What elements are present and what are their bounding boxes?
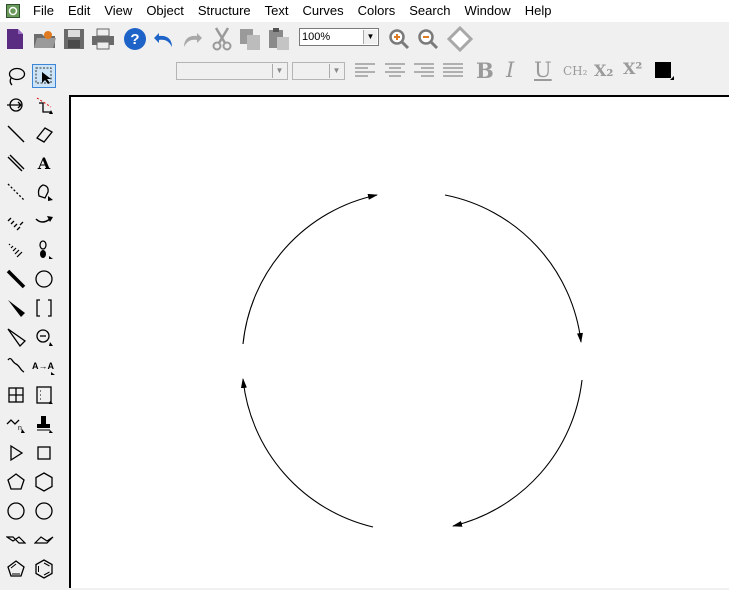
menu-window[interactable]: Window [457,0,517,22]
hashed-wedge-icon[interactable] [4,238,28,262]
underline-button[interactable]: U [534,58,552,82]
mass-fragment-icon[interactable] [4,93,28,117]
svg-text:n: n [18,425,22,432]
format-toolbar: ▼ ▼ B I U CH₂ X₂ X² [0,56,729,86]
curved-arrow-bottom-right[interactable] [452,379,583,527]
svg-text:A→A: A→A [32,361,54,371]
menu-help[interactable]: Help [518,0,559,22]
new-document-icon[interactable] [5,28,25,50]
bracket-icon[interactable] [32,296,56,320]
menu-structure[interactable]: Structure [191,0,258,22]
curved-arrow-top-right[interactable] [444,194,583,343]
copy-icon[interactable] [238,27,262,51]
cyclopentadiene-icon[interactable] [4,557,28,581]
help-icon[interactable]: ? [123,27,147,51]
menu-search[interactable]: Search [402,0,457,22]
color-swatch[interactable] [655,62,671,78]
app-icon [6,4,20,18]
double-bond-icon[interactable] [4,151,28,175]
solid-bond-icon[interactable] [4,122,28,146]
subscript-button[interactable]: X₂ [594,61,613,80]
chevron-down-icon[interactable]: ▼ [272,64,286,78]
atom-map-icon[interactable]: A→A [32,354,56,378]
eraser-icon[interactable] [32,122,56,146]
paste-icon[interactable] [267,27,291,51]
zoom-select[interactable]: 100% ▼ [299,28,379,46]
chevron-down-icon[interactable]: ▼ [363,30,377,44]
wavy-bond-icon[interactable] [4,354,28,378]
octagon-icon[interactable] [32,499,56,523]
lasso-icon[interactable] [4,64,28,88]
menu-colors[interactable]: Colors [351,0,403,22]
menu-view[interactable]: View [97,0,139,22]
hexagon-icon[interactable] [32,470,56,494]
svg-text:A: A [37,154,51,173]
curved-arrow-top-left[interactable] [242,193,378,345]
drawing-canvas[interactable] [69,95,729,588]
main-toolbar: ? 100% ▼ [0,22,729,56]
hollow-wedge-icon[interactable] [4,325,28,349]
color-dropdown-triangle [670,76,674,80]
stamp-icon[interactable] [32,412,56,436]
dashed-bond-icon[interactable] [4,180,28,204]
table-icon[interactable] [4,383,28,407]
bold-bond-icon[interactable] [4,267,28,291]
print-icon[interactable] [91,28,115,50]
bold-button[interactable]: B [476,58,494,83]
zoom-out-icon[interactable] [417,28,439,50]
tlc-plate-icon[interactable] [32,383,56,407]
cut-icon[interactable] [210,27,234,51]
square-icon[interactable] [32,441,56,465]
font-name-select[interactable]: ▼ [176,62,288,80]
menu-object[interactable]: Object [139,0,191,22]
chain-icon[interactable]: n [4,412,28,436]
align-left-icon[interactable] [354,63,376,79]
chevron-down-icon[interactable]: ▼ [329,64,343,78]
hashed-bond-icon[interactable] [4,209,28,233]
pentagon-icon[interactable] [4,470,28,494]
orbital-icon[interactable] [32,238,56,262]
pen-icon[interactable] [32,180,56,204]
charge-icon[interactable] [32,325,56,349]
text-icon[interactable]: A [32,151,56,175]
align-right-icon[interactable] [413,63,435,79]
zoom-in-icon[interactable] [388,28,410,50]
curved-arrow-bottom-left[interactable] [240,378,374,528]
formula-button[interactable]: CH₂ [563,64,587,78]
triangle-icon[interactable] [4,441,28,465]
clean-structure-icon[interactable] [447,26,473,52]
svg-text:?: ? [130,31,139,48]
save-icon[interactable] [63,28,85,50]
open-icon[interactable] [33,28,57,50]
arrow-tool-icon[interactable] [32,209,56,233]
eraser-cut-icon[interactable] [32,93,56,117]
zoom-value: 100% [302,31,331,43]
align-center-icon[interactable] [384,63,406,79]
chair-cyclohexane-icon[interactable] [4,528,28,552]
menu-edit[interactable]: Edit [61,0,97,22]
menu-file[interactable]: File [26,0,61,22]
superscript-button[interactable]: X² [623,59,642,78]
marquee-select-icon[interactable] [32,64,56,88]
align-justify-icon[interactable] [442,63,464,79]
canvas-drawing [240,193,583,528]
chair-cyclohexane-alt-icon[interactable] [32,528,56,552]
circle-icon[interactable] [32,267,56,291]
italic-button[interactable]: I [506,58,514,82]
menu-curves[interactable]: Curves [295,0,350,22]
menu-bar: File Edit View Object Structure Text Cur… [0,0,729,22]
heptagon-icon[interactable] [4,499,28,523]
redo-icon[interactable] [181,29,203,49]
wedge-bond-icon[interactable] [4,296,28,320]
font-size-select[interactable]: ▼ [292,62,345,80]
tool-palette: A A→A n [0,56,62,588]
undo-icon[interactable] [153,29,175,49]
benzene-icon[interactable] [32,557,56,581]
menu-text[interactable]: Text [258,0,296,22]
